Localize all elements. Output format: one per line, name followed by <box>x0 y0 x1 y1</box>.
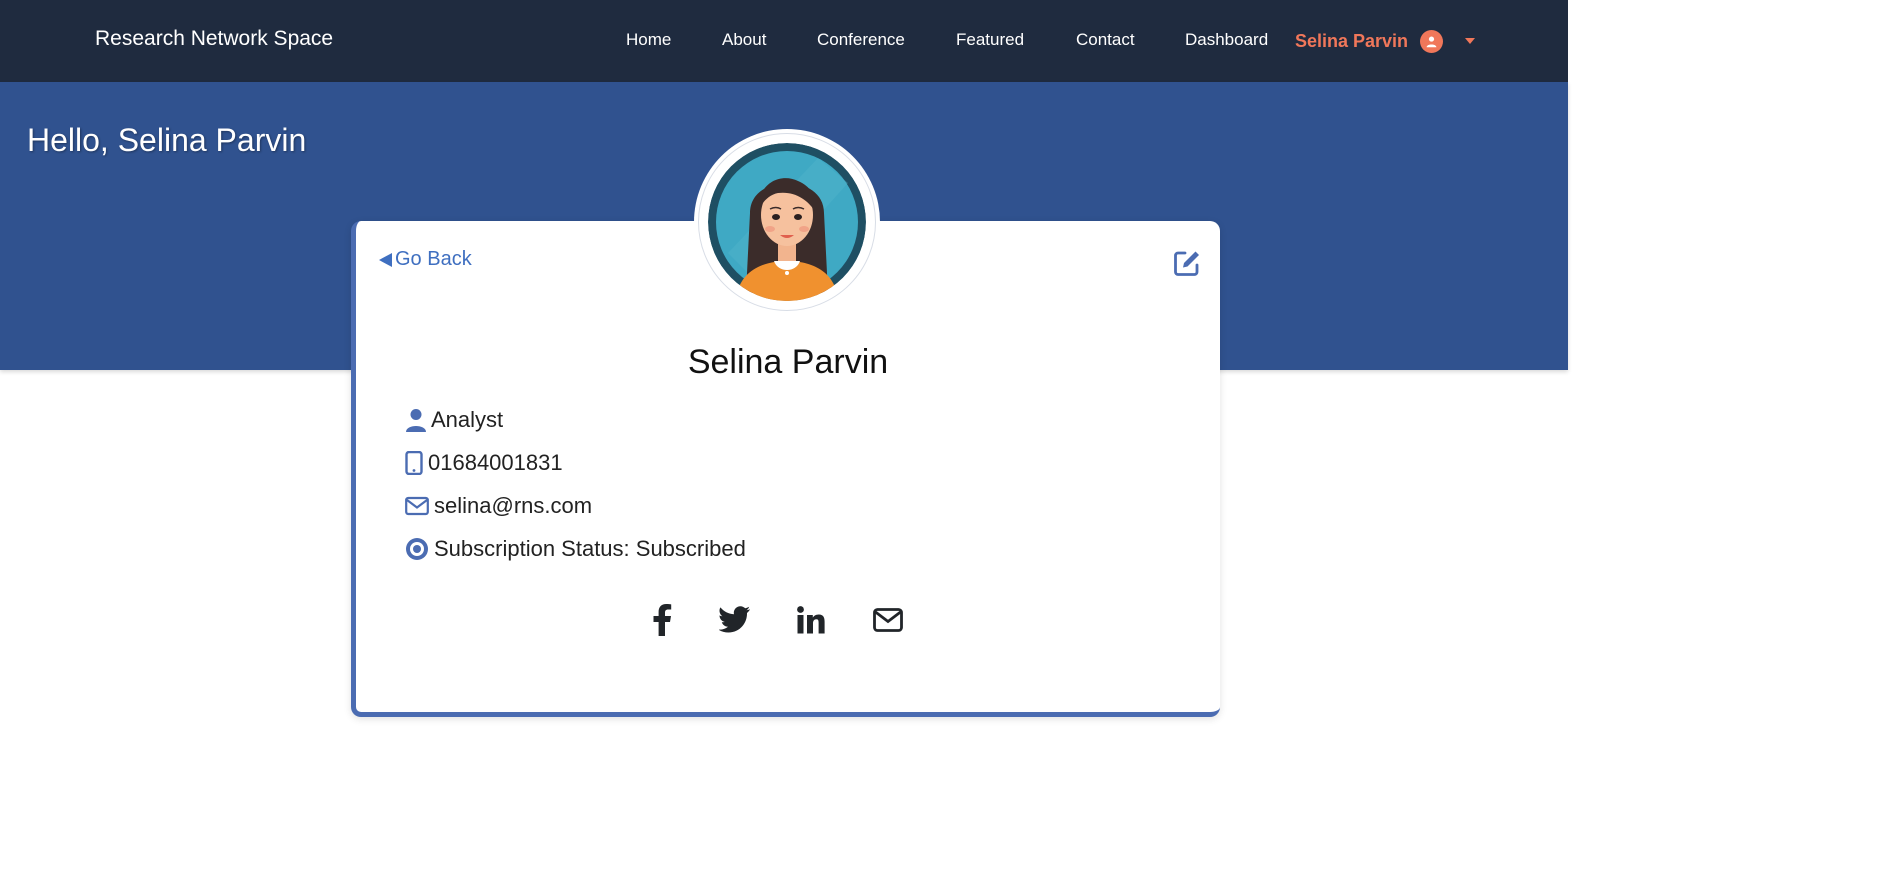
twitter-icon <box>719 606 750 633</box>
user-avatar-icon <box>1420 29 1444 53</box>
role-text: Analyst <box>431 407 504 432</box>
go-back-link[interactable]: Go Back <box>379 248 472 271</box>
subscription-text: Subscription Status: Subscribed <box>434 536 746 561</box>
edit-profile-button[interactable] <box>1172 248 1202 278</box>
go-back-label: Go Back <box>395 248 472 270</box>
avatar-illustration <box>708 143 866 301</box>
email-link[interactable] <box>870 602 906 638</box>
role-row: Analyst <box>405 407 503 433</box>
nav-dashboard[interactable]: Dashboard <box>1185 30 1268 50</box>
user-menu-dropdown[interactable]: Selina Parvin <box>1295 29 1476 53</box>
phone-text: 01684001831 <box>428 450 563 475</box>
facebook-icon <box>653 604 672 636</box>
top-navbar: Research Network Space Home About Confer… <box>0 0 1568 82</box>
mail-icon <box>873 608 903 632</box>
nav-contact[interactable]: Contact <box>1076 30 1135 50</box>
envelope-icon <box>405 496 429 516</box>
profile-name: Selina Parvin <box>687 343 889 381</box>
greeting-heading: Hello, Selina Parvin <box>27 122 307 158</box>
back-arrow-icon <box>379 252 392 267</box>
brand-logo-text[interactable]: Research Network Space <box>95 27 333 51</box>
phone-row: 01684001831 <box>405 450 563 476</box>
edit-icon <box>1174 251 1199 276</box>
facebook-link[interactable] <box>644 602 680 638</box>
email-row: selina@rns.com <box>405 493 592 519</box>
subscription-row: Subscription Status: Subscribed <box>405 536 746 562</box>
twitter-link[interactable] <box>717 602 753 638</box>
email-text: selina@rns.com <box>434 493 593 518</box>
linkedin-link[interactable] <box>793 602 829 638</box>
mobile-phone-icon <box>405 451 423 475</box>
nav-home[interactable]: Home <box>626 30 671 50</box>
nav-conference[interactable]: Conference <box>817 30 905 50</box>
nav-about[interactable]: About <box>722 30 766 50</box>
user-icon <box>406 409 426 432</box>
profile-avatar <box>694 129 880 315</box>
linkedin-icon <box>797 606 825 634</box>
user-menu-name: Selina Parvin <box>1295 30 1409 51</box>
chevron-down-icon <box>1465 38 1476 44</box>
dot-circle-icon <box>406 538 428 560</box>
nav-featured[interactable]: Featured <box>956 30 1024 50</box>
